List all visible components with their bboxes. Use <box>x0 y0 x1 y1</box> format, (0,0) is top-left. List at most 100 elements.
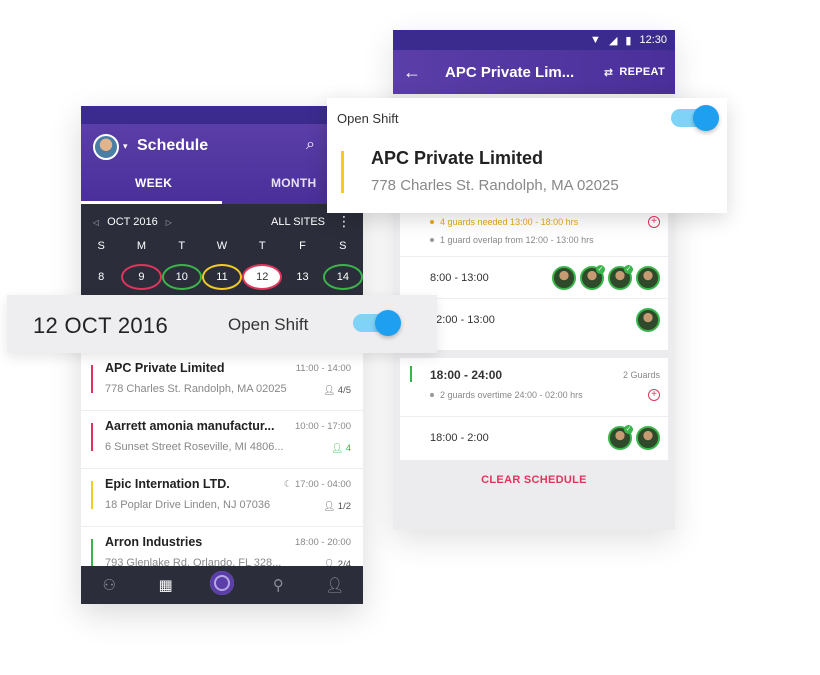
site-name: APC Private Limited <box>105 361 225 375</box>
person-icon: 👤︎ <box>331 443 344 454</box>
detail-app-bar: ← APC Private Lim... ⇄ REPEAT <box>393 50 675 94</box>
shift-overlap-note: 1 guard overlap from 12:00 - 13:00 hrs <box>430 235 594 245</box>
slot-time: 12:00 - 13:00 <box>430 313 495 326</box>
shift-color-bar <box>410 366 412 382</box>
site-address: 778 Charles St. Randolph, MA 02025 <box>371 177 619 194</box>
search-icon[interactable]: ⌕ <box>306 136 315 154</box>
tab-week[interactable]: WEEK <box>135 176 172 190</box>
site-color-bar <box>91 481 93 509</box>
site-list-item[interactable]: APC Private Limited 778 Charles St. Rand… <box>81 353 363 411</box>
site-name: Aarrett amonia manufactur... <box>105 419 275 433</box>
next-month-icon[interactable]: ▷ <box>166 218 172 227</box>
site-list-item[interactable]: Aarrett amonia manufactur... 6 Sunset St… <box>81 411 363 469</box>
status-bar: ▼ ◢ <box>81 106 363 124</box>
clear-schedule-button[interactable]: CLEAR SCHEDULE <box>393 474 675 486</box>
month-label: OCT 2016 <box>107 216 158 228</box>
guard-count: 👤︎ 4 <box>331 443 351 454</box>
calendar-icon[interactable]: ▦ <box>137 576 193 594</box>
weekday-label: T <box>178 240 186 252</box>
site-address: 778 Charles St. Randolph, MA 02025 <box>105 383 287 395</box>
open-shift-toggle[interactable] <box>353 310 401 336</box>
calendar-day[interactable]: 14 <box>322 264 363 290</box>
date-banner: 12 OCT 2016 Open Shift <box>7 295 437 353</box>
detail-title: APC Private Lim... <box>445 63 575 81</box>
site-list-item[interactable]: Epic Internation LTD. 18 Poplar Drive Li… <box>81 469 363 527</box>
calendar-day[interactable]: 13 <box>282 264 322 290</box>
slot-row[interactable]: 12:00 - 13:00 <box>400 298 668 340</box>
site-name: Arron Industries <box>105 535 203 549</box>
shift-time: ☾ 17:00 - 04:00 <box>283 479 351 490</box>
add-guard-icon[interactable]: + <box>648 216 660 228</box>
chevron-down-icon[interactable]: ▾ <box>123 141 128 152</box>
site-color-bar <box>91 365 93 393</box>
weekday-label: T <box>258 240 266 252</box>
month-nav: ◁ OCT 2016 ▷ <box>93 216 172 228</box>
site-name: Epic Internation LTD. <box>105 477 230 491</box>
slot-row[interactable]: 18:00 - 2:00 <box>400 416 668 458</box>
guards-count: 2 Guards <box>622 370 660 380</box>
guard-avatar[interactable] <box>636 425 660 450</box>
stage: ▼ ◢ ▮ 12:30 ← APC Private Lim... ⇄ REPEA… <box>0 0 820 675</box>
schedule-app-bar: ▾ Schedule ⌕ WEEK MONTH <box>81 124 363 204</box>
person-icon: 👤︎ <box>323 501 336 512</box>
shift-time: 10:00 - 17:00 <box>295 421 351 432</box>
bottom-nav: ⚇ ▦ ⚲ 👤︎ <box>81 566 363 604</box>
calendar-day[interactable]: 9 <box>121 264 162 290</box>
status-time: 12:30 <box>639 34 667 46</box>
guard-avatar[interactable] <box>608 264 633 290</box>
weekday-label: S <box>97 240 105 252</box>
prev-month-icon[interactable]: ◁ <box>93 218 99 227</box>
calendar-day-selected[interactable]: 12 <box>242 264 283 290</box>
signal-icon: ◢ <box>608 34 618 47</box>
repeat-icon: ⇄ <box>603 66 614 79</box>
calendar-day[interactable]: 8 <box>81 264 121 290</box>
open-shift-label: Open Shift <box>337 111 399 126</box>
guard-avatar[interactable] <box>636 307 660 332</box>
repeat-label: REPEAT <box>619 66 665 78</box>
shift-warning-note: 4 guards needed 13:00 - 18:00 hrs <box>430 217 578 227</box>
schedule-screen: ▼ ◢ ▾ Schedule ⌕ WEEK MONTH ◁ OCT 2016 ▷… <box>81 106 363 604</box>
calendar-day[interactable]: 11 <box>201 264 243 290</box>
weekday-label: F <box>299 240 306 252</box>
slot-row[interactable]: 8:00 - 13:00 <box>400 256 668 298</box>
guard-avatar[interactable] <box>636 265 660 290</box>
shift-card-night: 18:00 - 24:00 2 Guards 2 guards overtime… <box>400 358 668 460</box>
guard-avatar[interactable] <box>608 424 633 450</box>
guard-count: 👤︎ 4/5 <box>323 385 351 396</box>
open-shift-toggle[interactable] <box>671 105 719 131</box>
shift-time: 18:00 - 20:00 <box>295 537 351 548</box>
back-arrow-icon[interactable]: ← <box>403 62 433 83</box>
user-avatar[interactable] <box>93 134 119 160</box>
shift-time: 18:00 - 24:00 <box>430 368 503 382</box>
weekday-label: W <box>216 240 228 252</box>
person-icon: 👤︎ <box>323 385 336 396</box>
location-pin-icon[interactable]: ⚲ <box>250 576 306 594</box>
battery-icon: ▮ <box>625 34 632 47</box>
guard-avatar[interactable] <box>552 265 576 290</box>
center-action-button[interactable] <box>194 571 250 599</box>
selected-date: 12 OCT 2016 <box>33 313 168 338</box>
calendar-day[interactable]: 10 <box>161 264 202 290</box>
week-calendar: ◁ OCT 2016 ▷ ALL SITES ⋮ S M T W T F S 8… <box>81 204 363 308</box>
site-color-bar <box>91 423 93 451</box>
wifi-icon: ▼ <box>590 34 601 46</box>
add-guard-icon[interactable]: + <box>648 389 660 401</box>
guard-avatar[interactable] <box>580 264 605 290</box>
profile-icon[interactable]: 👤︎ <box>307 576 363 594</box>
open-shift-card: Open Shift APC Private Limited 778 Charl… <box>327 98 727 213</box>
site-color-bar <box>91 539 93 567</box>
site-color-bar <box>341 151 344 193</box>
repeat-button[interactable]: ⇄ REPEAT <box>604 66 665 79</box>
tab-month[interactable]: MONTH <box>271 176 317 190</box>
binoculars-icon[interactable]: ⚇ <box>81 576 137 594</box>
site-address: 6 Sunset Street Roseville, MI 4806... <box>105 441 284 453</box>
shift-time: 11:00 - 14:00 <box>295 363 351 374</box>
weekday-headers: S M T W T F S <box>81 240 363 252</box>
shift-card-day: 4 guards needed 13:00 - 18:00 hrs + 1 gu… <box>400 205 668 350</box>
site-filter[interactable]: ALL SITES <box>271 216 325 228</box>
guard-avatars <box>636 307 660 332</box>
week-days: 8 9 10 11 12 13 14 <box>81 264 363 290</box>
guard-avatars <box>608 424 660 450</box>
more-options-icon[interactable]: ⋮ <box>337 213 351 230</box>
moon-icon: ☾ <box>283 479 293 490</box>
